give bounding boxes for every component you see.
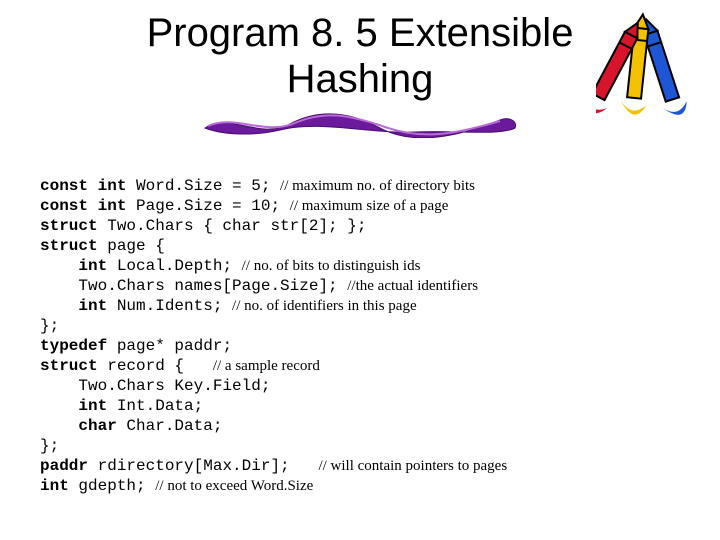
title-line-2: Hashing <box>287 57 434 101</box>
title-underline <box>40 110 680 138</box>
code-line: int Int.Data; <box>40 397 203 415</box>
code-line: paddr rdirectory[Max.Dir]; // will conta… <box>40 457 507 475</box>
code-block: const int Word.Size = 5; // maximum no. … <box>40 156 680 516</box>
code-line: int gdepth; // not to exceed Word.Size <box>40 477 313 495</box>
code-line: int Local.Depth; // no. of bits to disti… <box>40 257 420 275</box>
code-line: typedef page* paddr; <box>40 337 232 355</box>
code-line: const int Word.Size = 5; // maximum no. … <box>40 177 475 195</box>
squiggle-icon <box>200 110 520 138</box>
title-line-1: Program 8. 5 Extensible <box>147 11 574 55</box>
code-line: int Num.Idents; // no. of identifiers in… <box>40 297 417 315</box>
code-line: const int Page.Size = 10; // maximum siz… <box>40 197 448 215</box>
code-line: Two.Chars names[Page.Size]; //the actual… <box>40 277 478 295</box>
code-line: struct page { <box>40 237 165 255</box>
code-line: struct Two.Chars { char str[2]; }; <box>40 217 366 235</box>
page-title: Program 8. 5 Extensible Hashing <box>40 10 680 102</box>
code-line: struct record { // a sample record <box>40 357 320 375</box>
code-line: char Char.Data; <box>40 417 222 435</box>
code-line: }; <box>40 437 59 455</box>
crayons-icon <box>596 10 706 140</box>
slide: Program 8. 5 Extensible Hashing const in… <box>0 0 720 540</box>
code-line: Two.Chars Key.Field; <box>40 377 270 395</box>
code-line: }; <box>40 317 59 335</box>
